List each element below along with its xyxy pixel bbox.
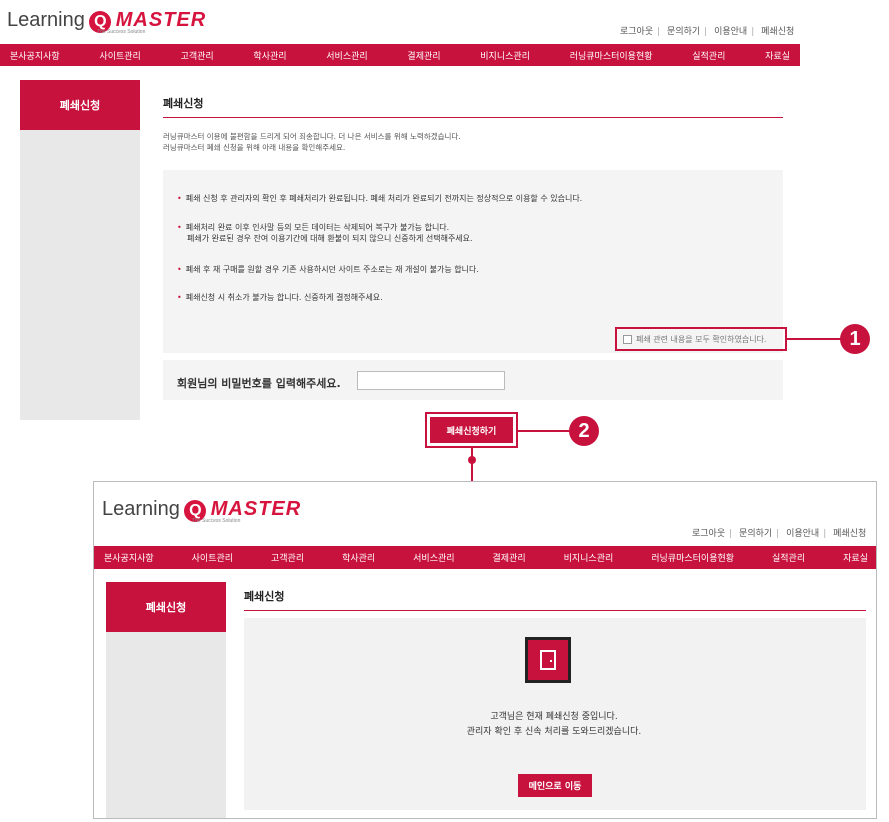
top-links: 로그아웃 | 문의하기 | 이용안내 | 폐쇄신청 (692, 529, 867, 539)
nav-item-notice[interactable]: 본사공지사항 (10, 49, 60, 62)
nav-item-performance[interactable]: 실적관리 (772, 551, 805, 564)
nav-item-usage[interactable]: 러닝큐마스터이용현황 (570, 49, 653, 62)
top-links: 로그아웃 | 문의하기 | 이용안내 | 폐쇄신청 (620, 27, 795, 37)
callout-1: 1 (840, 324, 870, 354)
notice-item: • 폐쇄 신청 후 관리자의 확인 후 폐쇄처리가 완료됩니다. 폐쇄 처리가 완… (177, 194, 583, 203)
checkbox-box[interactable] (623, 334, 632, 344)
nav-item-performance[interactable]: 실적관리 (692, 49, 725, 62)
callout-2: 2 (569, 416, 599, 446)
nav-item-notice[interactable]: 본사공지사항 (104, 551, 154, 564)
main-nav: 본사공지사항 사이트관리 고객관리 학사관리 서비스관리 결제관리 비지니스관리… (94, 546, 876, 569)
nav-item-site[interactable]: 사이트관리 (192, 551, 233, 564)
sidebar: 폐쇄신청 (20, 80, 140, 420)
nav-item-customer[interactable]: 고객관리 (181, 49, 214, 62)
sidebar-title[interactable]: 폐쇄신청 (20, 80, 140, 130)
connector-dot (468, 456, 476, 464)
closure-result-screen: Learning Q MASTER The Success Solution 로… (93, 481, 877, 819)
logout-link[interactable]: 로그아웃 (692, 529, 725, 539)
notice-item: • 폐쇄신청 시 취소가 불가능 합니다. 신중하게 결정해주세요. (177, 293, 383, 302)
nav-item-business[interactable]: 비지니스관리 (564, 551, 614, 564)
logo[interactable]: Learning Q MASTER The Success Solution (7, 9, 206, 35)
nav-item-payment[interactable]: 결제관리 (407, 49, 440, 62)
agree-checkbox[interactable]: 폐쇄 관련 내용을 모두 확인하였습니다. (615, 327, 787, 351)
closure-submit-button[interactable]: 폐쇄신청하기 (430, 417, 513, 443)
nav-item-academic[interactable]: 학사관리 (253, 49, 286, 62)
signup-closure-form-screen: Learning Q MASTER The Success Solution 로… (0, 0, 800, 448)
status-message: 고객님은 현재 폐쇄신청 중입니다. 관리자 확인 후 신속 처리를 도와드리겠… (466, 712, 642, 737)
logo[interactable]: Learning Q MASTER The Success Solution (102, 498, 301, 524)
nav-item-service[interactable]: 서비스관리 (413, 551, 454, 564)
callout-line (518, 430, 570, 432)
logout-link[interactable]: 로그아웃 (620, 27, 653, 37)
nav-item-resources[interactable]: 자료실 (765, 49, 790, 62)
nav-item-customer[interactable]: 고객관리 (271, 551, 304, 564)
password-label: 회원님의 비밀번호를 입력해주세요. (177, 377, 341, 390)
closure-link[interactable]: 폐쇄신청 (761, 27, 794, 37)
password-input[interactable] (357, 371, 505, 390)
notice-item: • 폐쇄 후 재 구매를 원할 경우 기존 사용하시던 사이트 주소로는 재 개설… (177, 265, 479, 274)
nav-item-resources[interactable]: 자료실 (843, 551, 868, 564)
nav-item-payment[interactable]: 결제관리 (493, 551, 526, 564)
nav-item-service[interactable]: 서비스관리 (326, 49, 367, 62)
notice-item: • 폐쇄처리 완료 이후 인사말 등의 모든 데이터는 삭제되어 복구가 불가능 … (177, 223, 473, 243)
nav-item-site[interactable]: 사이트관리 (99, 49, 140, 62)
go-main-button[interactable]: 메인으로 이동 (518, 774, 592, 797)
nav-item-academic[interactable]: 학사관리 (342, 551, 375, 564)
callout-line (787, 338, 842, 340)
page-title: 폐쇄신청 (163, 95, 783, 118)
nav-item-business[interactable]: 비지니스관리 (480, 49, 530, 62)
guide-link[interactable]: 이용안내 (714, 27, 747, 37)
guide-link[interactable]: 이용안내 (786, 529, 819, 539)
nav-item-usage[interactable]: 러닝큐마스터이용현황 (651, 551, 734, 564)
connector-line (471, 448, 473, 482)
main-nav: 본사공지사항 사이트관리 고객관리 학사관리 서비스관리 결제관리 비지니스관리… (0, 44, 800, 66)
door-icon (525, 637, 571, 683)
sidebar: 폐쇄신청 (106, 582, 226, 818)
page-title: 폐쇄신청 (244, 588, 866, 611)
contact-link[interactable]: 문의하기 (739, 529, 772, 539)
contact-link[interactable]: 문의하기 (667, 27, 700, 37)
sidebar-title[interactable]: 폐쇄신청 (106, 582, 226, 632)
intro-text: 러닝큐마스터 이용에 불편함을 드리게 되어 죄송합니다. 더 나은 서비스를 … (163, 132, 461, 152)
closure-link[interactable]: 폐쇄신청 (833, 529, 866, 539)
